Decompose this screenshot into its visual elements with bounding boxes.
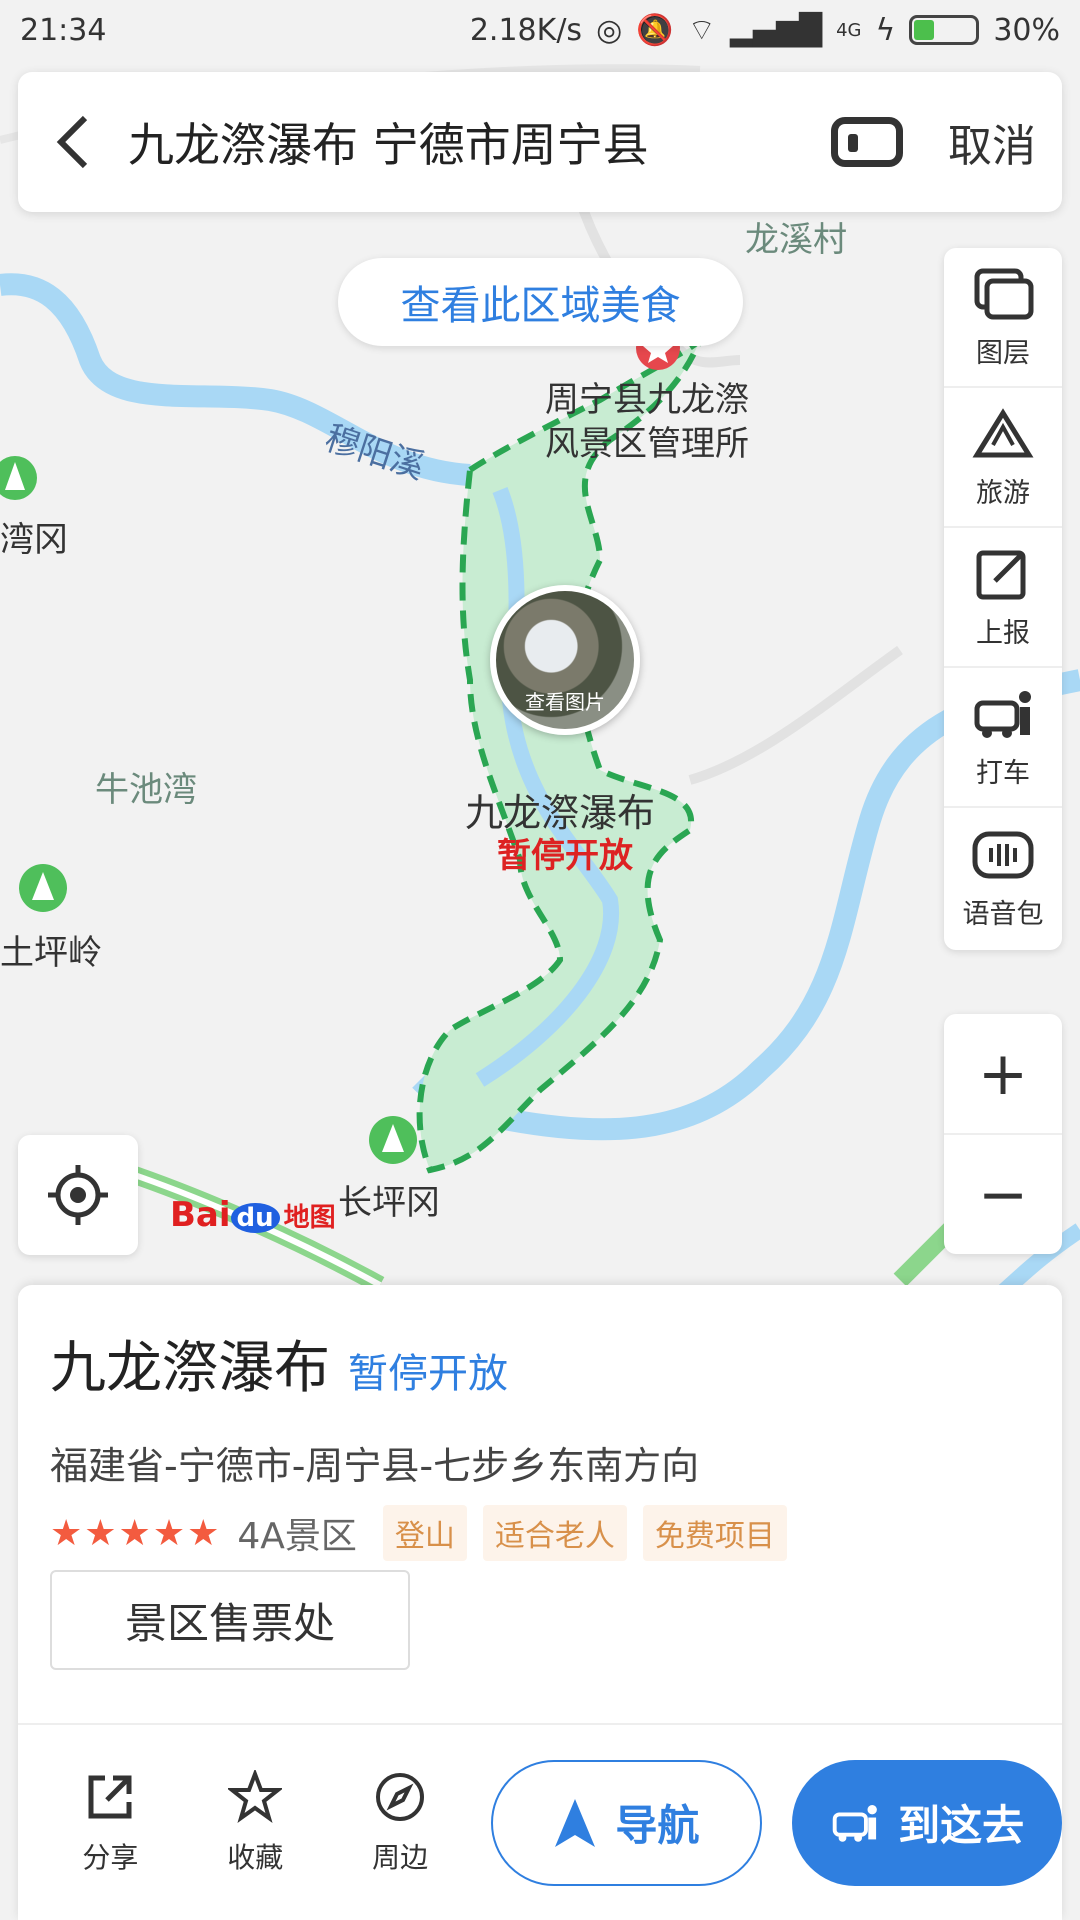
search-bar[interactable]: 九龙漈瀑布 宁德市周宁县 取消 <box>18 72 1062 212</box>
poi-photo-marker[interactable]: 查看图片 <box>490 585 640 735</box>
favorite-button[interactable]: 收藏 <box>183 1769 328 1876</box>
go-there-label: 到这去 <box>898 1801 1025 1850</box>
locate-icon <box>48 1165 108 1225</box>
action-bar: 分享 收藏 周边 导航 到这去 <box>18 1723 1062 1920</box>
tool-voice-pack[interactable]: 语音包 <box>944 808 1062 948</box>
back-button[interactable] <box>18 72 128 212</box>
map-label-changpinggang: 长坪冈 <box>338 1183 440 1223</box>
photo-caption: 查看图片 <box>525 690 605 714</box>
mountain-pin-icon <box>369 1116 417 1164</box>
navigate-button[interactable]: 导航 <box>490 1759 763 1886</box>
map-label-niuchiwan: 牛池湾 <box>95 770 197 810</box>
locate-button[interactable] <box>18 1135 138 1255</box>
scenic-level: 4A景区 <box>237 1516 357 1557</box>
tool-travel[interactable]: 旅游 <box>944 388 1062 528</box>
tool-label: 打车 <box>976 757 1030 789</box>
place-title-row: 九龙漈瀑布 暂停开放 <box>50 1323 508 1404</box>
mountain-pin-icon <box>19 864 67 912</box>
tag-free: 免费项目 <box>642 1505 787 1561</box>
ticket-office-button[interactable]: 景区售票处 <box>50 1570 410 1670</box>
rating-stars: ★★★★★ <box>50 1512 222 1554</box>
taxi-icon <box>974 690 1031 738</box>
tool-label: 语音包 <box>962 898 1044 930</box>
share-icon <box>88 1775 132 1818</box>
voice-icon <box>831 117 903 167</box>
zoom-in-button[interactable]: + <box>944 1014 1062 1135</box>
logo-text-bai: Bai <box>170 1195 231 1235</box>
tool-report[interactable]: 上报 <box>944 528 1062 668</box>
back-arrow-icon <box>56 115 88 169</box>
status-bar: 21:34 2.18K/s ◎ 🔕 ⌔ ▂▄▆█ 4G ϟ 30% <box>0 0 1080 60</box>
share-button[interactable]: 分享 <box>38 1770 183 1876</box>
map-label-tupingling: 土坪岭 <box>0 933 102 973</box>
network-speed: 2.18K/s <box>469 12 583 48</box>
tool-label: 图层 <box>976 337 1030 369</box>
search-query[interactable]: 九龙漈瀑布 宁德市周宁县 <box>128 109 812 175</box>
star-icon <box>228 1769 283 1823</box>
poi-status-label: 暂停开放 <box>497 836 633 876</box>
tool-label: 上报 <box>976 617 1030 649</box>
place-name: 九龙漈瀑布 <box>50 1336 330 1401</box>
map-tools-panel: 图层 旅游 上报 打车 语音包 <box>944 248 1062 950</box>
signal-icon: ▂▄▆█ <box>729 12 823 48</box>
place-status: 暂停开放 <box>348 1351 508 1397</box>
tool-taxi[interactable]: 打车 <box>944 668 1062 808</box>
go-there-button[interactable]: 到这去 <box>792 1759 1062 1886</box>
charging-icon: ϟ <box>875 12 896 48</box>
logo-text-ditu: 地图 <box>283 1203 336 1233</box>
nearby-button[interactable]: 周边 <box>328 1770 473 1876</box>
tag-hiking: 登山 <box>382 1505 467 1561</box>
battery-icon <box>909 15 980 45</box>
compass-icon <box>376 1772 425 1821</box>
nearby-label: 周边 <box>372 1840 429 1874</box>
hotspot-icon: ◎ <box>596 12 623 48</box>
tool-label: 旅游 <box>976 477 1030 509</box>
area-food-button[interactable]: 查看此区域美食 <box>338 258 743 346</box>
map-label-office[interactable]: 周宁县九龙漈 风景区管理所 <box>545 378 749 466</box>
tool-layers[interactable]: 图层 <box>944 248 1062 388</box>
tag-elderly: 适合老人 <box>482 1505 627 1561</box>
voice-search-button[interactable] <box>812 72 922 212</box>
report-icon <box>976 550 1026 599</box>
favorite-label: 收藏 <box>227 1840 284 1874</box>
status-time: 21:34 <box>20 12 107 48</box>
battery-percent: 30% <box>993 12 1060 48</box>
map-label-wangang: 湾冈 <box>0 520 68 560</box>
baidu-map-logo: Bai du 地图 <box>170 1195 336 1235</box>
taxi-go-icon <box>832 1804 877 1842</box>
zoom-controls: + − <box>944 1014 1062 1254</box>
navigate-label: 导航 <box>615 1801 700 1850</box>
share-label: 分享 <box>82 1840 139 1874</box>
layers-icon <box>974 268 1034 319</box>
navigate-arrow-icon <box>555 1798 596 1847</box>
status-right: 2.18K/s ◎ 🔕 ⌔ ▂▄▆█ 4G ϟ 30% <box>470 11 1060 49</box>
place-detail-sheet[interactable]: 九龙漈瀑布 暂停开放 福建省-宁德市-周宁县-七步乡东南方向 ★★★★★ 4A景… <box>18 1285 1062 1920</box>
voice-pack-icon <box>972 831 1034 878</box>
network-type: 4G <box>836 19 862 41</box>
wifi-icon: ⌔ <box>687 13 716 48</box>
zoom-out-button[interactable]: − <box>944 1135 1062 1254</box>
mute-icon: 🔕 <box>636 12 674 48</box>
place-meta: ★★★★★ 4A景区 登山 适合老人 免费项目 <box>50 1505 787 1561</box>
office-label-line1: 周宁县九龙漈 <box>545 380 749 420</box>
logo-text-du: du <box>230 1203 280 1233</box>
place-address: 福建省-宁德市-周宁县-七步乡东南方向 <box>50 1444 700 1488</box>
cancel-button[interactable]: 取消 <box>922 110 1062 174</box>
map-label-village: 龙溪村 <box>745 220 847 260</box>
office-label-line2: 风景区管理所 <box>545 424 749 464</box>
travel-icon <box>972 407 1034 457</box>
